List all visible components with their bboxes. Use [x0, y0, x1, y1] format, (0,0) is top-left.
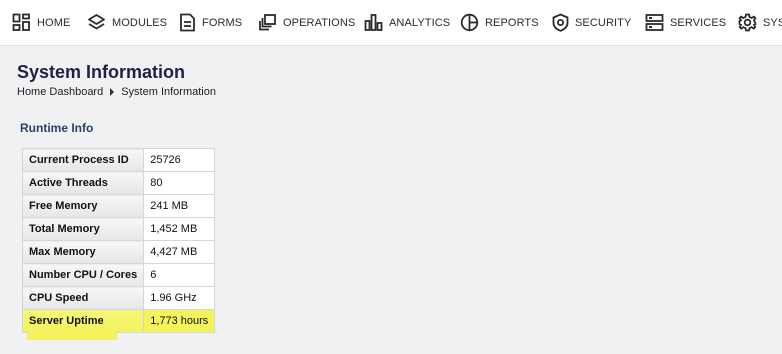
nav-analytics-label: ANALYTICS [389, 16, 451, 29]
nav-forms-label: FORMS [202, 16, 243, 29]
nav-services[interactable]: SERVICES [645, 0, 726, 45]
nav-home[interactable]: HOME [12, 0, 70, 45]
analytics-icon [364, 14, 383, 31]
row-value: 4,427 MB [143, 240, 216, 264]
row-value: 6 [143, 263, 216, 287]
row-value: 1.96 GHz [143, 286, 216, 310]
nav-system[interactable]: SYS [738, 0, 782, 45]
table-row: Current Process ID 25726 [21, 148, 216, 172]
section-title-runtime-info: Runtime Info [20, 121, 94, 135]
nav-operations[interactable]: OPERATIONS [258, 0, 355, 45]
breadcrumb-separator-icon [110, 88, 115, 96]
nav-home-label: HOME [37, 16, 71, 29]
nav-modules[interactable]: MODULES [87, 0, 167, 45]
nav-services-label: SERVICES [670, 16, 727, 29]
highlighter-mark [27, 332, 117, 340]
breadcrumb-current: System Information [121, 86, 216, 98]
security-icon [552, 13, 569, 32]
row-value: 25726 [143, 148, 216, 172]
nav-operations-label: OPERATIONS [283, 16, 356, 29]
table-row: Number CPU / Cores 6 [21, 263, 216, 287]
row-key: Number CPU / Cores [21, 263, 145, 287]
main-content: System Information Home Dashboard System… [0, 45, 782, 354]
home-icon [12, 13, 30, 31]
nav-system-label: SYS [763, 16, 782, 29]
nav-analytics[interactable]: ANALYTICS [364, 0, 450, 45]
table-row: Max Memory 4,427 MB [21, 240, 216, 264]
row-value: 80 [143, 171, 216, 195]
nav-forms[interactable]: FORMS [179, 0, 242, 45]
reports-icon [460, 13, 479, 32]
runtime-info-table: Current Process ID 25726 Active Threads … [21, 148, 216, 333]
gear-icon [738, 13, 757, 32]
table-row: Active Threads 80 [21, 171, 216, 195]
services-icon [645, 14, 664, 31]
operations-icon [259, 14, 276, 31]
row-value: 1,773 hours [143, 309, 216, 333]
row-key: Current Process ID [21, 148, 145, 172]
table-row-highlighted: Server Uptime 1,773 hours [21, 309, 216, 333]
table-row: Total Memory 1,452 MB [21, 217, 216, 241]
row-key: Server Uptime [21, 309, 145, 333]
modules-icon [88, 14, 105, 30]
row-key: Total Memory [21, 217, 145, 241]
row-key: Max Memory [21, 240, 145, 264]
nav-modules-label: MODULES [112, 16, 168, 29]
nav-security-label: SECURITY [575, 16, 632, 29]
row-value: 1,452 MB [143, 217, 216, 241]
page-title: System Information [17, 62, 186, 82]
breadcrumb-home-link[interactable]: Home Dashboard [17, 86, 103, 98]
table-row: CPU Speed 1.96 GHz [21, 286, 216, 310]
row-key: Free Memory [21, 194, 145, 218]
row-key: Active Threads [21, 171, 145, 195]
nav-security[interactable]: SECURITY [552, 0, 631, 45]
breadcrumb: Home Dashboard System Information [17, 86, 216, 98]
nav-reports-label: REPORTS [485, 16, 539, 29]
forms-icon [180, 13, 195, 32]
row-value: 241 MB [143, 194, 216, 218]
table-row: Free Memory 241 MB [21, 194, 216, 218]
nav-reports[interactable]: REPORTS [460, 0, 539, 45]
row-key: CPU Speed [21, 286, 145, 310]
top-navigation: HOME MODULES FORMS OPERATIONS ANALYTICS … [0, 0, 782, 45]
